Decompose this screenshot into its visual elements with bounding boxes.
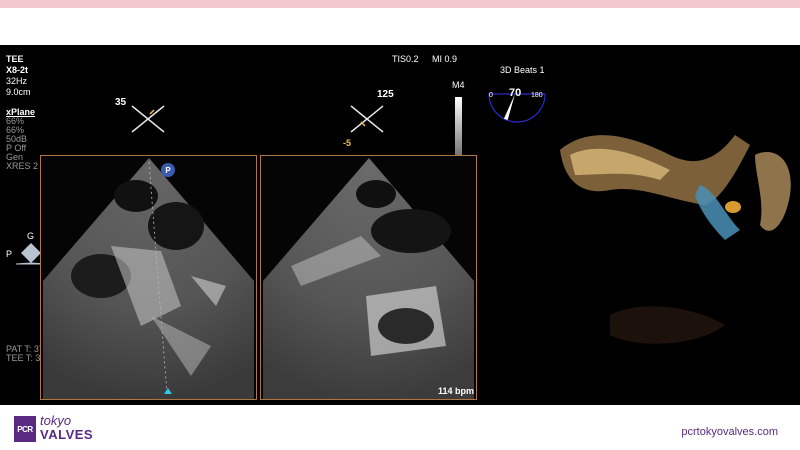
- tilt-value: -5: [343, 138, 352, 148]
- color-map-label: M4: [452, 80, 465, 90]
- marker-p-badge: P: [161, 163, 175, 177]
- logo-tokyo-text: tokyo: [40, 413, 72, 428]
- primary-plane-image: [40, 155, 257, 400]
- right-plane-angle: 125: [377, 89, 394, 100]
- footer-bar: [0, 405, 800, 450]
- cursor-marker-icon: [164, 388, 172, 394]
- orient-p-label: P: [6, 249, 13, 259]
- marker-p-label: P: [165, 165, 171, 175]
- tis-readout: TIS0.2: [392, 54, 419, 64]
- 3d-volume-render: [560, 135, 791, 344]
- right-plane-cross-icon: [350, 105, 384, 133]
- transducer-label: X8-2t: [6, 65, 29, 75]
- dial-max-label: 180: [531, 92, 543, 99]
- dial-value: 70: [509, 87, 522, 99]
- pcr-logo-mark: PCR: [14, 416, 36, 442]
- website-url[interactable]: pcrtokyovalves.com: [681, 426, 778, 438]
- orient-g-label: G: [27, 231, 35, 241]
- left-plane-cross-icon: [131, 105, 165, 133]
- setting-6: XRES 2: [6, 161, 39, 171]
- frame-rate: 32Hz: [6, 76, 28, 86]
- probe-label: TEE: [6, 54, 24, 64]
- heart-rate: 114 bpm: [438, 386, 475, 396]
- secondary-plane-image: [260, 155, 477, 400]
- depth-value: 9.0cm: [6, 87, 31, 97]
- top-accent-band: [0, 0, 800, 8]
- title-area: [0, 8, 800, 45]
- logo-valves-text: VALVES: [40, 427, 94, 442]
- dial-min-label: 0: [489, 92, 493, 99]
- beats-label: 3D Beats 1: [500, 65, 545, 75]
- left-plane-angle: 35: [115, 97, 127, 108]
- mi-readout: MI 0.9: [432, 54, 458, 64]
- echo-viewer: TEE X8-2t 32Hz 9.0cm xPlane 66% 66% 50dB…: [0, 45, 800, 405]
